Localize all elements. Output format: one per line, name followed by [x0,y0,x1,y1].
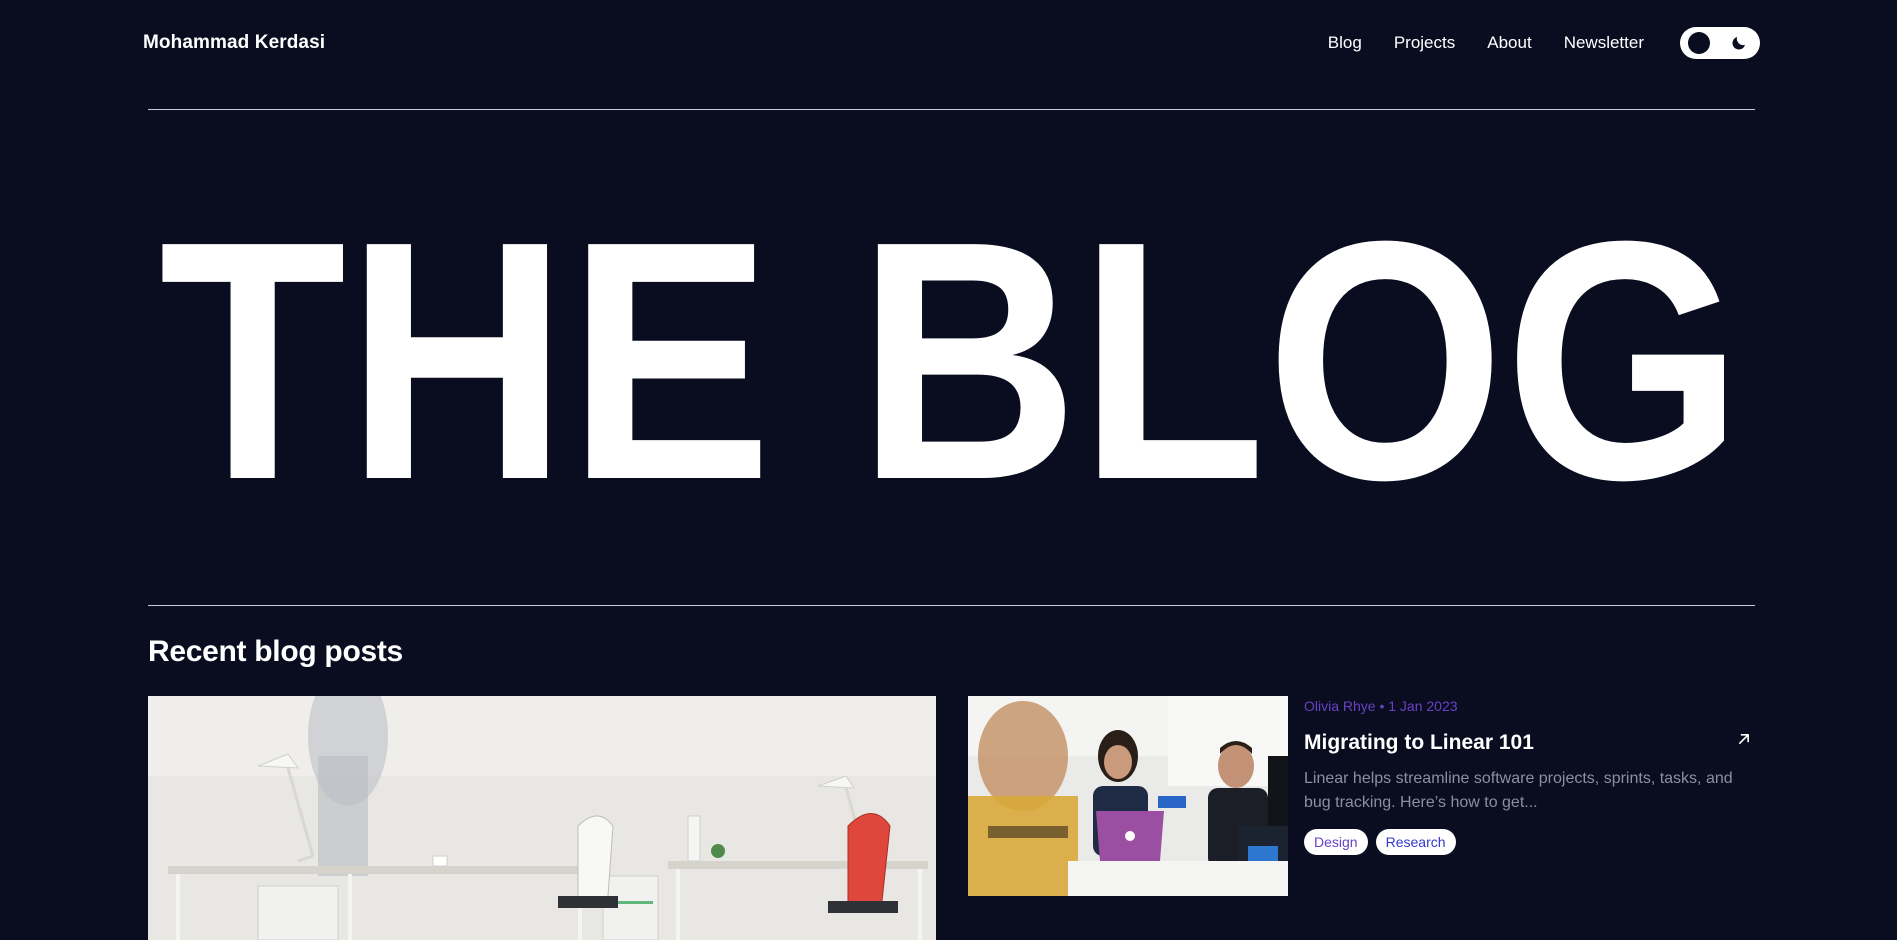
post-thumbnail-image[interactable] [968,696,1288,896]
moon-icon [1732,37,1745,50]
post-excerpt: Linear helps streamline software project… [1304,770,1733,811]
meeting-photo-illustration [968,696,1288,896]
hero-title-graphic: THE BLOG [159,171,1743,551]
site-header: Mohammad Kerdasi Blog Projects About New… [143,0,1760,86]
nav-newsletter-link[interactable]: Newsletter [1564,33,1644,53]
blog-page: Mohammad Kerdasi Blog Projects About New… [0,0,1897,940]
tag-design[interactable]: Design [1304,829,1368,855]
nav-projects-link[interactable]: Projects [1394,33,1455,53]
featured-post-image[interactable] [148,696,936,940]
hero-banner: THE BLOG [148,110,1755,605]
arrow-up-right-icon[interactable] [1734,729,1754,749]
theme-toggle[interactable] [1680,27,1760,59]
post-title-link[interactable]: Migrating to Linear 101 [1304,731,1534,755]
tag-research[interactable]: Research [1375,829,1456,855]
nav-about-link[interactable]: About [1487,33,1531,53]
site-brand[interactable]: Mohammad Kerdasi [143,32,325,54]
post-tags: Design Research [1304,829,1456,855]
recent-posts-heading: Recent blog posts [148,635,403,668]
office-photo-illustration [148,696,936,940]
hero-title: THE BLOG [159,171,1743,551]
hero-divider [148,605,1755,606]
nav-blog-link[interactable]: Blog [1328,33,1362,53]
main-nav: Blog Projects About Newsletter [1328,33,1644,53]
toggle-knob-icon [1688,32,1710,54]
post-author-date: Olivia Rhye • 1 Jan 2023 [1304,698,1458,714]
